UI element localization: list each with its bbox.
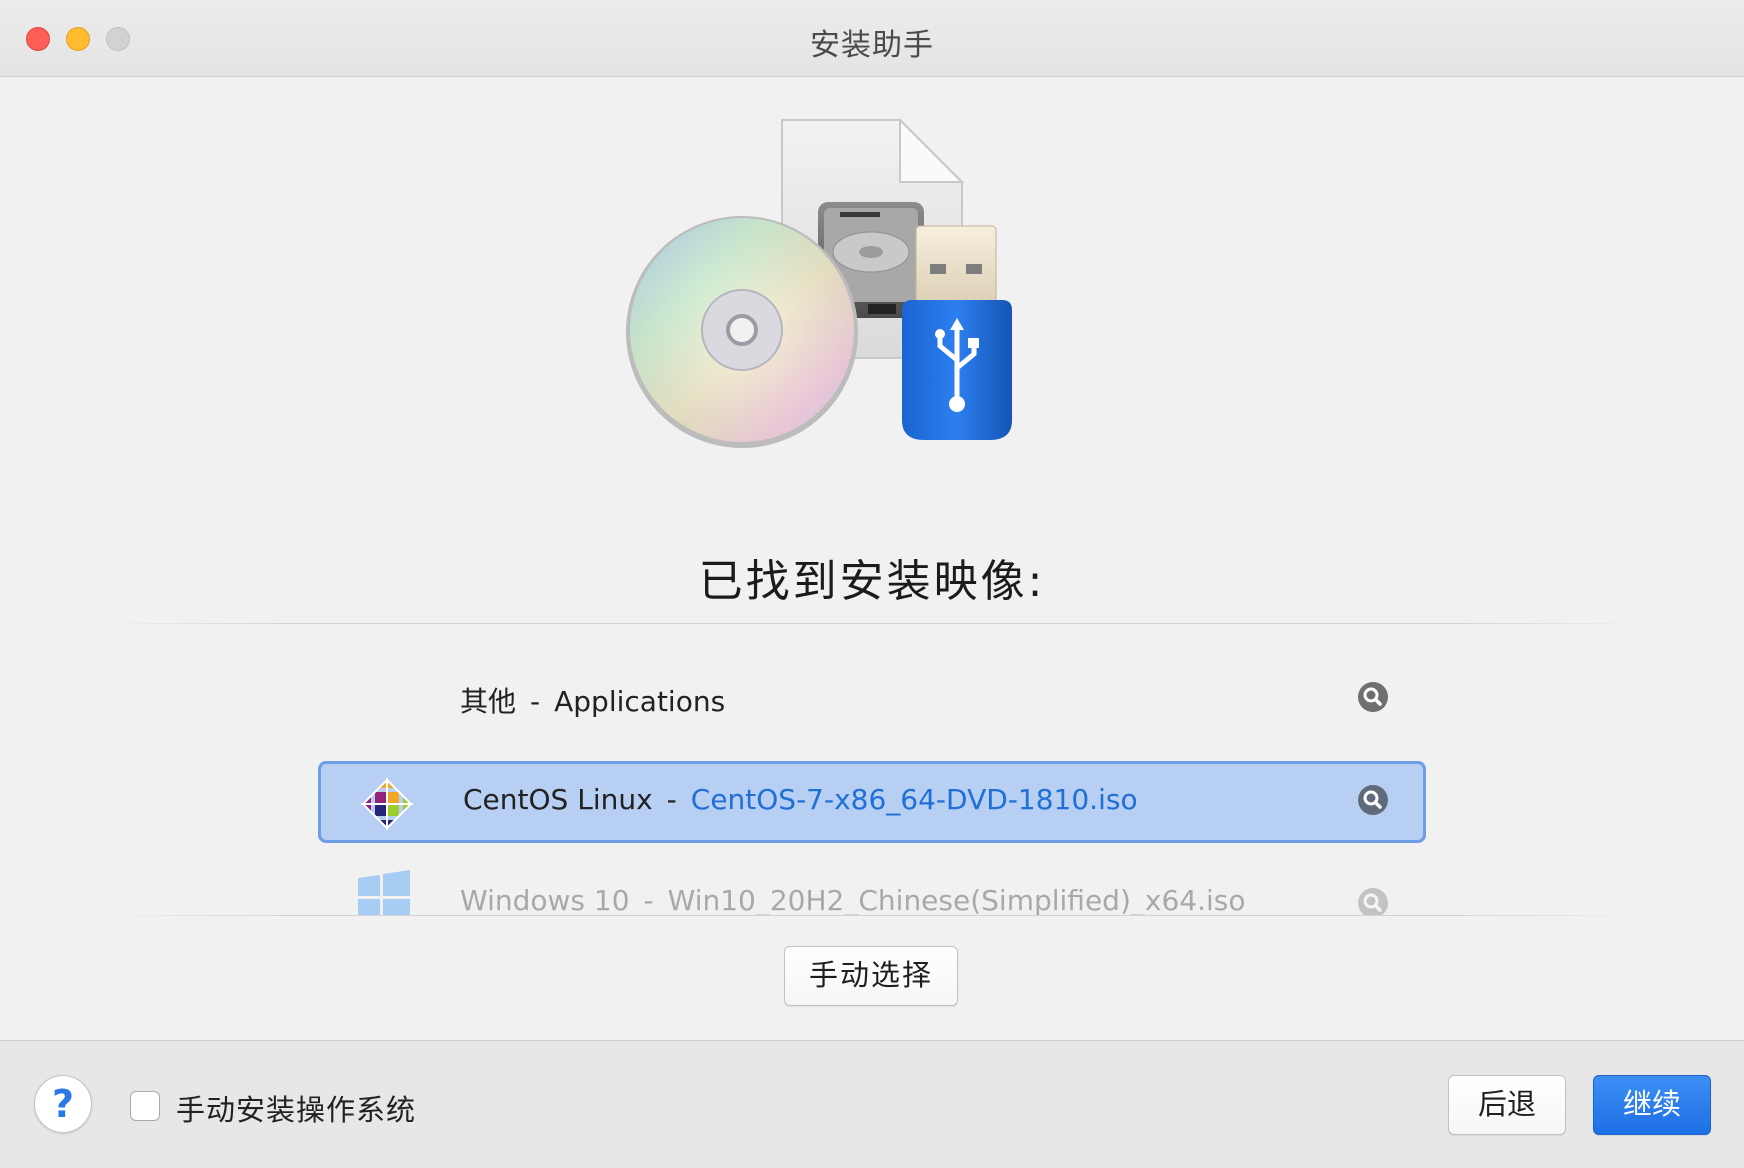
back-button[interactable]: 后退 — [1448, 1075, 1566, 1135]
reveal-search-icon[interactable] — [1358, 785, 1388, 815]
list-bottom-divider — [100, 915, 1644, 916]
window-title: 安装助手 — [810, 28, 934, 63]
list-item-label: CentOS Linux - CentOS-7-x86_64-DVD-1810.is… — [463, 783, 1138, 816]
bottom-bar: ? 手动安装操作系统 后退 继续 — [0, 1040, 1744, 1168]
windows-logo-icon — [358, 870, 410, 915]
help-button[interactable]: ? — [34, 1075, 92, 1133]
os-name: CentOS Linux — [463, 783, 653, 816]
centos-logo-icon — [361, 778, 413, 830]
installation-media-illustration — [626, 117, 1012, 448]
list-item-windows-10[interactable]: Windows 10- Win10_20H2_Chinese(Simplified… — [318, 864, 1426, 915]
installation-assistant-window: 安装助手 已找到安装映像: 其他 - Applications CentOS L… — [0, 0, 1744, 1168]
reveal-search-icon[interactable] — [1358, 682, 1388, 712]
manual-install-checkbox[interactable] — [130, 1091, 160, 1121]
list-item-other-applications[interactable]: 其他 - Applications — [318, 658, 1426, 740]
manual-install-label[interactable]: 手动安装操作系统 — [176, 1087, 416, 1129]
reveal-search-icon[interactable] — [1358, 888, 1388, 915]
os-name: 其他 — [460, 685, 517, 718]
list-item-centos-linux[interactable]: CentOS Linux - CentOS-7-x86_64-DVD-1810.is… — [318, 761, 1426, 843]
separator: - — [530, 685, 541, 718]
usb-drive-icon — [902, 225, 1012, 440]
continue-button[interactable]: 继续 — [1593, 1075, 1711, 1135]
image-file-name: Applications — [554, 685, 726, 718]
install-images-list[interactable]: 其他 - Applications CentOS Linux - CentOS-… — [0, 624, 1744, 915]
found-images-heading: 已找到安装映像: — [698, 556, 1046, 607]
dvd-disc-icon — [626, 216, 858, 448]
image-file-name: Win10_20H2_Chinese(Simplified)_x64.iso — [667, 884, 1246, 915]
manual-select-button[interactable]: 手动选择 — [784, 946, 958, 1006]
list-item-label: 其他 - Applications — [460, 680, 725, 720]
separator: - — [643, 884, 654, 915]
separator: - — [666, 783, 677, 816]
image-file-name: CentOS-7-x86_64-DVD-1810.iso — [690, 783, 1138, 816]
os-name: Windows 10 — [460, 884, 630, 915]
title-bar: 安装助手 — [0, 0, 1744, 77]
list-item-label: Windows 10- Win10_20H2_Chinese(Simplified… — [460, 884, 1245, 915]
